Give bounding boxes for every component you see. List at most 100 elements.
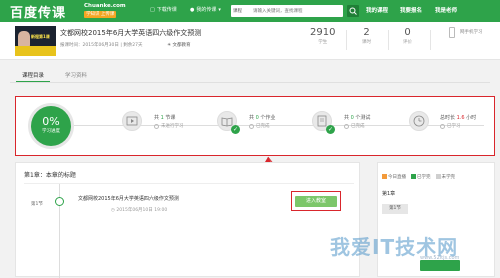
step-homework-count: 0 — [255, 115, 259, 121]
teacher-link[interactable]: 我是老师 — [435, 6, 457, 14]
stat-label: 学生 — [318, 40, 328, 45]
course-thumbnail[interactable]: 新程第1课 — [15, 26, 56, 56]
step-tests-title: 共 0 个测试 — [344, 114, 370, 121]
stat-students: 2910 学生 — [310, 27, 335, 45]
top-bar: 百度传课 Chuanke.com 学知识 上传课 □ 下载传课 ● 我的传课 ▾… — [0, 0, 500, 22]
stat-reviews: 0 评价 — [403, 27, 412, 45]
step-lessons-status-label: 未进行学习 — [161, 124, 184, 129]
course-header: 新程第1课 文都网校2015年6月大学英语四六级作文预测 报课时间：2015年0… — [0, 22, 500, 60]
phone-icon[interactable] — [449, 27, 455, 38]
my-courses-link[interactable]: 我的课程 — [366, 6, 388, 14]
stat-divider — [430, 30, 431, 50]
lesson-timeline-dot — [55, 197, 64, 206]
step-duration-suffix: 小时 — [466, 115, 477, 121]
stat-label: 评价 — [403, 40, 412, 45]
enter-classroom-button[interactable]: 进入教室 — [295, 196, 337, 207]
step-duration-status-label: 已学习 — [447, 124, 461, 129]
step-lessons-title: 共 1 节课 — [154, 114, 175, 121]
legend-undone-label: 未学完 — [441, 175, 456, 180]
enroll-link[interactable]: 我要报名 — [400, 6, 422, 14]
step-lessons-status: 未进行学习 — [154, 123, 184, 129]
logo[interactable]: 百度传课 — [10, 2, 66, 21]
progress-ring-inner: 0% 学习进度 — [31, 106, 71, 146]
logo-domain: Chuanke.com — [84, 3, 126, 9]
check-icon: ✓ — [326, 125, 335, 134]
clock-glyph — [413, 115, 425, 127]
chapter-divider — [24, 183, 354, 184]
sidebar-chapter: 第1章 — [382, 191, 396, 197]
search-box: 课程 — [231, 5, 343, 17]
step-tests-status-label: 已完成 — [351, 124, 365, 129]
step-tests-status: 已完成 — [344, 123, 365, 129]
stat-value: 0 — [404, 27, 411, 38]
stat-divider — [388, 30, 389, 50]
step-lessons-suffix: 节课 — [165, 115, 176, 121]
nav-download-label: 下载传课 — [156, 7, 177, 13]
stat-divider — [346, 30, 347, 50]
clock-small-icon: ◷ — [111, 208, 115, 213]
stat-label: 课时 — [362, 40, 371, 45]
legend-live-label: 今日直播 — [388, 175, 406, 180]
step-tests-prefix: 共 — [344, 115, 350, 121]
teacher-photo — [18, 31, 30, 47]
step-lessons-prefix: 共 — [154, 115, 160, 121]
search-input[interactable] — [253, 6, 325, 16]
legend-live: 今日直播 — [382, 174, 406, 180]
step-duration-prefix: 总时长 — [440, 115, 456, 121]
legend: 今日直播 已学完 未学完 — [382, 174, 455, 180]
tab-materials[interactable]: 学习资料 — [65, 71, 87, 79]
step-duration-count: 1.6 — [456, 115, 465, 121]
lesson-number: 第1节 — [31, 202, 43, 207]
legend-swatch — [411, 174, 416, 179]
thumbnail-band — [15, 46, 56, 56]
status-dot — [440, 123, 445, 129]
course-title: 文都网校2015年6月大学英语四六级作文预测 — [60, 29, 202, 37]
check-icon: ✓ — [231, 125, 240, 134]
legend-swatch — [382, 174, 387, 179]
course-org[interactable]: ☀ 文都教育 — [167, 42, 190, 48]
tab-catalog[interactable]: 课程目录 — [22, 71, 44, 79]
clock-icon — [409, 111, 429, 131]
legend-done-label: 已学完 — [417, 175, 431, 180]
course-meta: 报课时间：2015年06月30日 | 剩余27天 — [60, 43, 143, 48]
sidebar-action-button[interactable] — [420, 260, 460, 271]
chapter-title: 第1章：本章的标题 — [24, 172, 76, 179]
logo-tag: 学知识 上传课 — [84, 11, 117, 18]
nav-download[interactable]: □ 下载传课 — [150, 6, 177, 14]
progress-label: 学习进度 — [42, 129, 60, 134]
step-duration-status: 已学习 — [440, 123, 461, 129]
step-duration-title: 总时长 1.6 小时 — [440, 114, 476, 121]
step-lessons-count: 1 — [160, 115, 164, 121]
status-dot — [344, 123, 349, 129]
legend-done: 已学完 — [411, 174, 431, 180]
download-icon: □ — [150, 6, 155, 13]
progress-percent: 0% — [42, 115, 60, 128]
progress-panel: 0% 学习进度 共 1 节课 未进行学习 ✓ 共 0 个作业 已完成 ✓ 共 0… — [15, 96, 495, 156]
lesson-title[interactable]: 文都网校2015年6月大学英语四六级作文预测 — [78, 195, 179, 202]
chevron-down-icon: ▾ — [218, 6, 221, 13]
step-homework-status: 已完成 — [249, 123, 270, 129]
tabs-divider — [10, 82, 490, 83]
org-icon: ☀ — [167, 43, 172, 48]
nav-my-chuanke[interactable]: ● 我的传课 ▾ — [190, 6, 221, 14]
sidebar-lesson-item[interactable]: 第1节 — [382, 204, 408, 214]
legend-swatch — [435, 174, 441, 179]
legend-undone: 未学完 — [435, 174, 456, 180]
step-homework-prefix: 共 — [249, 115, 255, 121]
step-tests-suffix: 个测试 — [355, 115, 371, 121]
video-glyph — [126, 116, 138, 126]
lesson-time: ◷ 2015年06月10日 19:00 — [111, 207, 167, 213]
chapter-section: 第1章：本章的标题 第1节 文都网校2015年6月大学英语四六级作文预测 ◷ 2… — [15, 162, 360, 278]
nav-my-chuanke-label: 我的传课 — [196, 7, 217, 13]
search-icon — [349, 7, 357, 15]
video-icon — [122, 111, 142, 131]
stat-value: 2910 — [310, 27, 336, 38]
user-icon: ● — [190, 6, 195, 13]
course-org-label: 文都教育 — [172, 43, 191, 48]
search-category[interactable]: 课程 — [233, 8, 242, 14]
search-button[interactable] — [347, 5, 359, 17]
step-homework-title: 共 0 个作业 — [249, 114, 275, 121]
stat-value: 2 — [363, 27, 370, 38]
stat-lessons: 2 课时 — [362, 27, 371, 45]
mobile-study-link[interactable]: 网手机学习 — [460, 29, 483, 35]
